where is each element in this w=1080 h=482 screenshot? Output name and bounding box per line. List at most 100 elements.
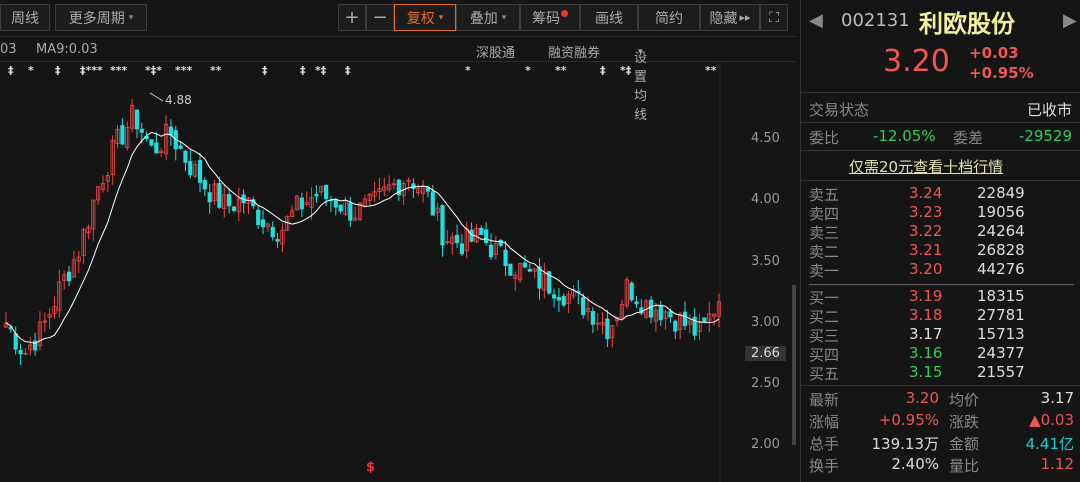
hide-button[interactable]: 隐藏 ▸▸ (700, 4, 760, 31)
event-marker[interactable]: *‡ (315, 64, 326, 77)
candle-body (498, 239, 503, 246)
event-marker[interactable]: *‡ (620, 64, 631, 77)
zoom-in-button[interactable]: + (338, 4, 366, 31)
candle-body (168, 126, 173, 136)
notification-dot-icon (561, 10, 568, 17)
level-label: 卖五 (809, 186, 840, 204)
candle-body (217, 183, 222, 208)
event-marker[interactable]: ‡ (8, 64, 14, 77)
bid-row: 买一 3.19 18315 (809, 287, 1074, 307)
stats-row: 换手 2.40% 量比 1.12 (809, 455, 1074, 477)
chevron-down-icon: ▾ (638, 47, 643, 57)
double-arrow-right-icon: ▸▸ (739, 11, 751, 24)
level-label: 买三 (809, 327, 840, 345)
y-tick: 4.00 (751, 192, 780, 207)
fullscreen-button[interactable]: ⛶ (760, 4, 788, 31)
event-marker[interactable]: *‡* (145, 64, 162, 77)
event-marker[interactable]: *** (110, 64, 127, 77)
candle-body (18, 349, 23, 355)
event-marker[interactable]: * (465, 64, 471, 77)
zoom-out-button[interactable]: − (366, 4, 394, 31)
event-marker[interactable]: ** (210, 64, 222, 77)
shenzhen-connect-link[interactable]: 深股通 (476, 42, 515, 61)
margin-trading-link[interactable]: 融资融券 (548, 42, 600, 61)
stat-label: 换手 (809, 457, 840, 475)
candle-body (188, 161, 193, 176)
candle-body (314, 193, 319, 197)
event-marker[interactable]: *** (175, 64, 192, 77)
high-annotation-arrow (149, 92, 164, 102)
level-volume: 27781 (977, 306, 1025, 324)
dividend-marker[interactable]: $ (366, 460, 375, 475)
stat-label: 均价 (949, 391, 980, 409)
draw-line-button[interactable]: 画线 (580, 4, 638, 31)
level2-promo-link[interactable]: 仅需20元查看十档行情 (849, 156, 1003, 177)
candle-body (270, 226, 275, 238)
high-price-annotation: 4.88 (165, 93, 192, 107)
event-marker[interactable]: ‡ (262, 64, 268, 77)
level-price: 3.17 (909, 325, 943, 343)
event-marker[interactable]: ‡ (300, 64, 306, 77)
overlay-dropdown[interactable]: 叠加 ▾ (456, 4, 520, 31)
level-label: 卖二 (809, 243, 840, 261)
candle-body (682, 311, 688, 327)
candle-body (634, 301, 639, 305)
event-marker[interactable]: ‡ (345, 64, 351, 77)
ask-row: 卖一 3.20 44276 (809, 260, 1074, 280)
price-change: +0.03 (969, 44, 1019, 62)
candle-body (522, 262, 528, 268)
level-price: 3.16 (909, 344, 943, 362)
candle-body (338, 204, 343, 212)
stock-name: 利欧股份 (919, 10, 1015, 38)
candle-body (673, 320, 678, 332)
previous-stock-arrow-icon[interactable]: ◀ (809, 10, 823, 31)
candle-body (323, 184, 329, 199)
y-tick: 4.50 (751, 131, 780, 146)
weicha-label: 委差 (953, 129, 984, 147)
candle-body (668, 311, 673, 318)
event-marker[interactable]: ** (555, 64, 567, 77)
event-marker[interactable]: * (28, 64, 34, 77)
weekly-button[interactable]: 周线 (0, 4, 50, 31)
event-marker[interactable]: ** (705, 64, 717, 77)
level-volume: 24264 (977, 222, 1025, 240)
ask-row: 卖四 3.23 19056 (809, 203, 1074, 223)
candle-body (139, 128, 144, 133)
next-stock-arrow-icon[interactable]: ▶ (1063, 10, 1077, 31)
y-tick: 2.50 (751, 376, 780, 391)
weibi-label: 委比 (809, 129, 840, 147)
kline-chart-panel[interactable]: 周线 更多周期 ▾ + − 复权 ▾ 叠加 ▾ 筹码 画线 简约 隐藏 ▸▸ ⛶ 03 … (0, 0, 797, 482)
y-tick: 2.00 (751, 437, 780, 452)
bid-row: 买三 3.17 15713 (809, 325, 1074, 345)
candle-body (348, 202, 353, 221)
vertical-scrollbar[interactable] (792, 285, 796, 445)
weicha-value: -29529 (1018, 127, 1072, 145)
candle-body (178, 145, 183, 149)
stat-label: 涨幅 (809, 413, 840, 431)
bid-row: 买五 3.15 21557 (809, 363, 1074, 383)
level-price: 3.20 (909, 260, 943, 278)
level-volume: 44276 (977, 260, 1025, 278)
event-marker[interactable]: ‡*** (80, 64, 103, 77)
candle-body (183, 150, 188, 163)
fuquan-dropdown[interactable]: 复权 ▾ (394, 4, 456, 31)
candle-body (440, 205, 445, 246)
more-periods-dropdown[interactable]: 更多周期 ▾ (55, 4, 147, 31)
simple-mode-button[interactable]: 简约 (638, 4, 700, 31)
chevron-down-icon: ▾ (128, 12, 134, 23)
level-volume: 26828 (977, 241, 1025, 259)
level-volume: 22849 (977, 184, 1025, 202)
level-price: 3.24 (909, 184, 943, 202)
candle-body (488, 244, 494, 258)
candle-body (605, 318, 610, 339)
level-price: 3.23 (909, 203, 943, 221)
candle-body (149, 139, 154, 146)
chips-button[interactable]: 筹码 (520, 4, 580, 31)
event-marker[interactable]: ‡ (600, 64, 606, 77)
price-change-percent: +0.95% (969, 64, 1034, 82)
event-marker[interactable]: * (525, 64, 531, 77)
stats-row: 总手 139.13万 金额 4.41亿 (809, 433, 1074, 455)
candle-body (207, 192, 212, 203)
event-marker[interactable]: ‡ (55, 64, 61, 77)
fuquan-label: 复权 (406, 10, 435, 27)
